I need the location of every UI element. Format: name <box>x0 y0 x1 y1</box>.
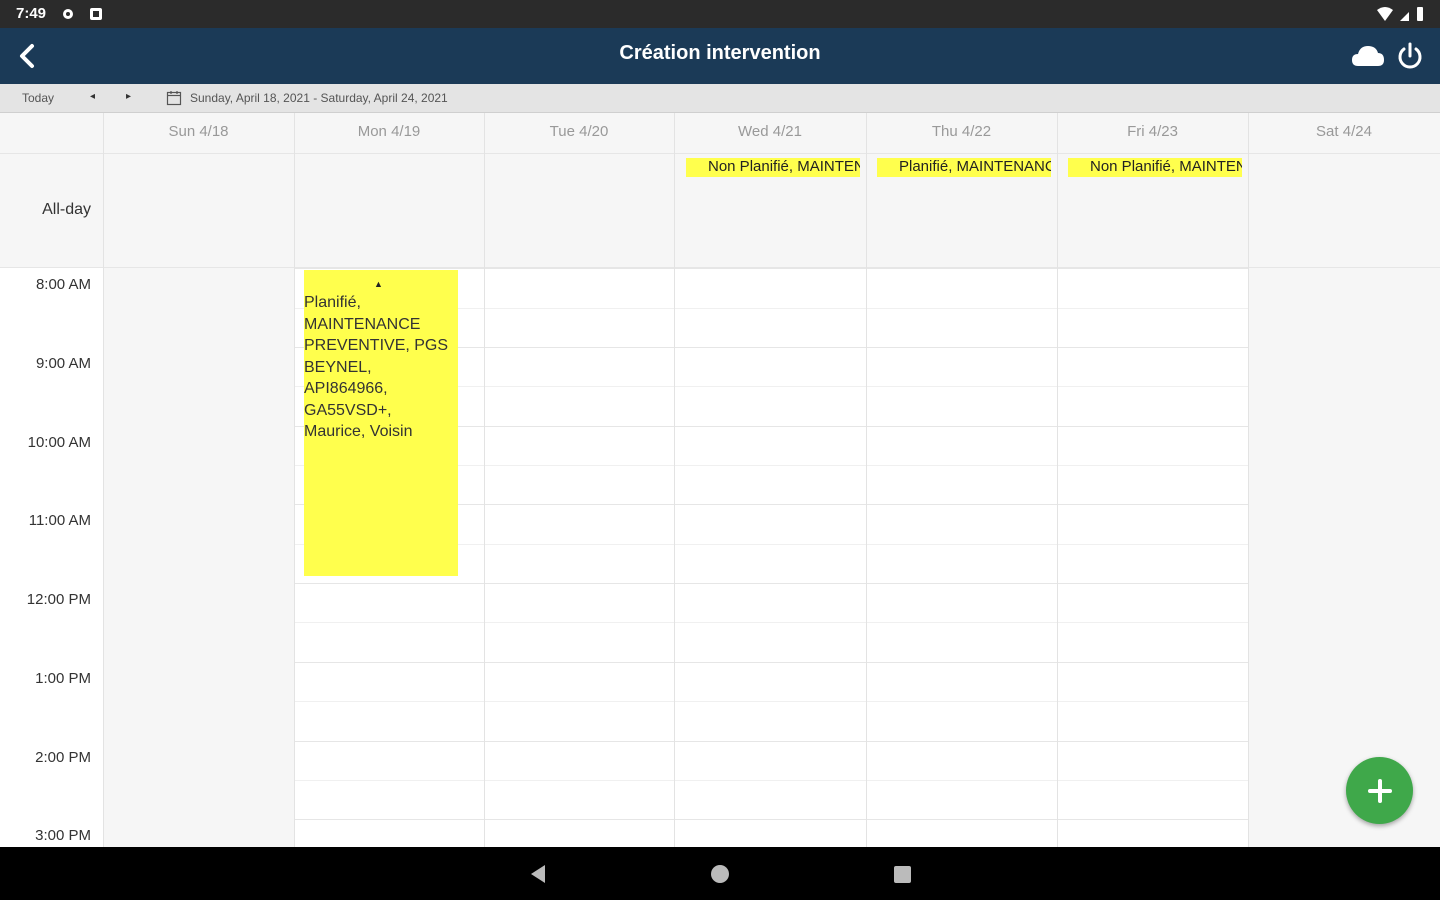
app-bar: Création intervention <box>0 28 1440 84</box>
time-label: 3:00 PM <box>35 827 91 844</box>
cloud-icon[interactable] <box>1350 40 1386 72</box>
day-header-sat[interactable]: Sat 4/24 <box>1248 123 1440 140</box>
weekend-column-sun <box>103 268 294 847</box>
column-divider <box>674 113 675 847</box>
half-hour-line <box>103 701 1440 702</box>
time-label: 9:00 AM <box>35 355 91 372</box>
column-divider <box>1057 113 1058 847</box>
all-day-label: All-day <box>42 201 91 218</box>
time-label: 2:00 PM <box>35 749 91 766</box>
nav-recents-icon[interactable] <box>892 863 912 885</box>
today-button[interactable]: Today <box>22 91 54 105</box>
status-right-icons <box>1376 6 1424 22</box>
half-hour-line <box>103 622 1440 623</box>
hour-line <box>103 662 1440 663</box>
column-divider <box>103 113 104 847</box>
half-hour-line <box>103 780 1440 781</box>
event-line: PREVENTIVE, PGS <box>304 337 449 354</box>
hour-line <box>103 583 1440 584</box>
event-line: Maurice, Voisin <box>304 423 413 440</box>
add-intervention-button[interactable] <box>1346 757 1413 824</box>
hour-line <box>103 268 1440 269</box>
all-day-event-wed[interactable]: Non Planifié, MAINTENANCE <box>686 158 860 177</box>
notification-icon <box>90 8 102 20</box>
event-line: MAINTENANCE <box>304 315 421 333</box>
calendar-event-mon[interactable]: ▲ Planifié, MAINTENANCE PREVENTIVE, PGS … <box>304 270 458 576</box>
day-header-row: Sun 4/18 Mon 4/19 Tue 4/20 Wed 4/21 Thu … <box>0 113 1440 154</box>
battery-icon <box>1417 7 1423 21</box>
calendar-icon[interactable] <box>166 90 182 106</box>
day-header-fri[interactable]: Fri 4/23 <box>1057 123 1248 140</box>
next-week-button[interactable]: ▸ <box>126 91 131 102</box>
column-divider <box>1248 113 1249 847</box>
day-header-tue[interactable]: Tue 4/20 <box>484 123 674 140</box>
time-label: 12:00 PM <box>26 591 91 608</box>
day-header-thu[interactable]: Thu 4/22 <box>866 123 1057 140</box>
column-divider <box>866 113 867 847</box>
date-range[interactable]: Sunday, April 18, 2021 - Saturday, April… <box>190 91 448 105</box>
column-divider <box>294 113 295 847</box>
week-calendar: Sun 4/18 Mon 4/19 Tue 4/20 Wed 4/21 Thu … <box>0 113 1440 847</box>
resize-handle-icon[interactable]: ▲ <box>374 274 383 296</box>
day-header-sun[interactable]: Sun 4/18 <box>103 123 294 140</box>
signal-icon <box>1400 12 1409 21</box>
day-header-wed[interactable]: Wed 4/21 <box>674 123 866 140</box>
time-label: 10:00 AM <box>27 434 91 451</box>
all-day-event-fri[interactable]: Non Planifié, MAINTENANCE <box>1068 158 1242 177</box>
all-day-row: All-day Non Planifié, MAINTENANCE Planif… <box>0 154 1440 268</box>
wifi-icon <box>1377 7 1393 21</box>
column-divider <box>484 113 485 847</box>
status-bar: 7:49 <box>0 0 1440 28</box>
previous-week-button[interactable]: ◂ <box>90 91 95 102</box>
weekend-column-sat <box>1248 268 1440 847</box>
day-header-mon[interactable]: Mon 4/19 <box>294 123 484 140</box>
time-label: 1:00 PM <box>35 670 91 687</box>
hour-line <box>103 741 1440 742</box>
event-line: GA55VSD+, <box>304 401 392 419</box>
nav-back-icon[interactable] <box>528 863 548 885</box>
time-label: 11:00 AM <box>28 512 91 529</box>
page-title: Création intervention <box>619 42 821 64</box>
calendar-toolbar: Today ◂ ▸ Sunday, April 18, 2021 - Satur… <box>0 84 1440 113</box>
nav-home-icon[interactable] <box>709 863 731 885</box>
hour-line <box>103 819 1440 820</box>
power-icon[interactable] <box>1394 40 1426 72</box>
status-time: 7:49 <box>16 5 47 22</box>
plus-icon <box>1367 778 1392 803</box>
all-day-event-thu[interactable]: Planifié, MAINTENANCE <box>877 158 1051 177</box>
settings-icon <box>63 9 73 19</box>
time-label: 8:00 AM <box>35 276 91 293</box>
system-nav-bar <box>0 847 1440 900</box>
event-line: API864966, <box>304 380 388 397</box>
event-line: BEYNEL, <box>304 358 372 376</box>
